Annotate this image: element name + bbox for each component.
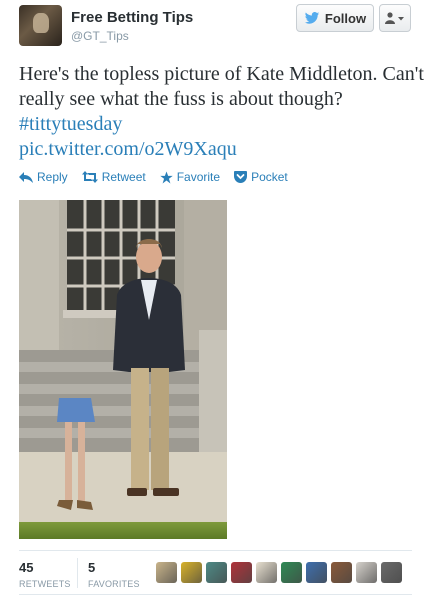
reply-label: Reply [37, 170, 68, 184]
favoriter-avatar-9[interactable] [356, 562, 377, 583]
favoriter-avatar-4[interactable] [231, 562, 252, 583]
stats-bottom-divider [19, 594, 412, 595]
favoriter-avatar-8[interactable] [331, 562, 352, 583]
favoriter-avatar-6[interactable] [281, 562, 302, 583]
retweet-label: Retweet [101, 170, 146, 184]
tweet-text: Here's the topless picture of Kate Middl… [19, 62, 424, 162]
retweets-count: 45 [19, 560, 34, 575]
retweet-icon [81, 171, 98, 183]
media-link[interactable]: pic.twitter.com/o2W9Xaqu [19, 138, 237, 160]
favoriter-avatar-7[interactable] [306, 562, 327, 583]
pocket-icon [234, 171, 248, 183]
retweets-stat[interactable]: 45 RETWEETS [19, 560, 71, 589]
favoriter-avatar-3[interactable] [206, 562, 227, 583]
stats-separator [77, 558, 78, 588]
favorites-stat[interactable]: 5 FAVORITES [88, 560, 140, 589]
tweet-body: Here's the topless picture of Kate Middl… [19, 63, 424, 110]
stats-top-divider [19, 550, 412, 551]
twitter-bird-icon [304, 12, 320, 24]
favoriter-avatar-5[interactable] [256, 562, 277, 583]
tweet-actions: Reply Retweet Favorite Pocket [19, 170, 302, 184]
reply-icon [19, 172, 33, 183]
favoriter-avatar-2[interactable] [181, 562, 202, 583]
reply-button[interactable]: Reply [19, 170, 68, 184]
retweets-label: RETWEETS [19, 579, 71, 589]
account-name[interactable]: Free Betting Tips [71, 9, 193, 26]
favorites-count: 5 [88, 560, 96, 575]
account-handle[interactable]: @GT_Tips [71, 29, 129, 43]
favorites-label: FAVORITES [88, 579, 140, 589]
favoriters-list [156, 562, 402, 583]
retweet-button[interactable]: Retweet [81, 170, 146, 184]
star-icon [159, 171, 173, 183]
favorite-label: Favorite [176, 170, 221, 184]
pocket-button[interactable]: Pocket [234, 170, 288, 184]
hashtag-link[interactable]: #tittytuesday [19, 113, 122, 135]
photo-image [19, 200, 227, 539]
user-actions-dropdown[interactable] [379, 4, 411, 32]
follow-button[interactable]: Follow [296, 4, 374, 32]
follow-label: Follow [324, 10, 367, 26]
pocket-label: Pocket [251, 170, 288, 184]
favoriter-avatar-1[interactable] [156, 562, 177, 583]
tweet-photo[interactable] [19, 200, 227, 539]
favoriter-avatar-10[interactable] [381, 562, 402, 583]
favorite-button[interactable]: Favorite [159, 170, 221, 184]
profile-avatar[interactable] [19, 5, 62, 46]
user-dropdown-icon [385, 12, 404, 24]
